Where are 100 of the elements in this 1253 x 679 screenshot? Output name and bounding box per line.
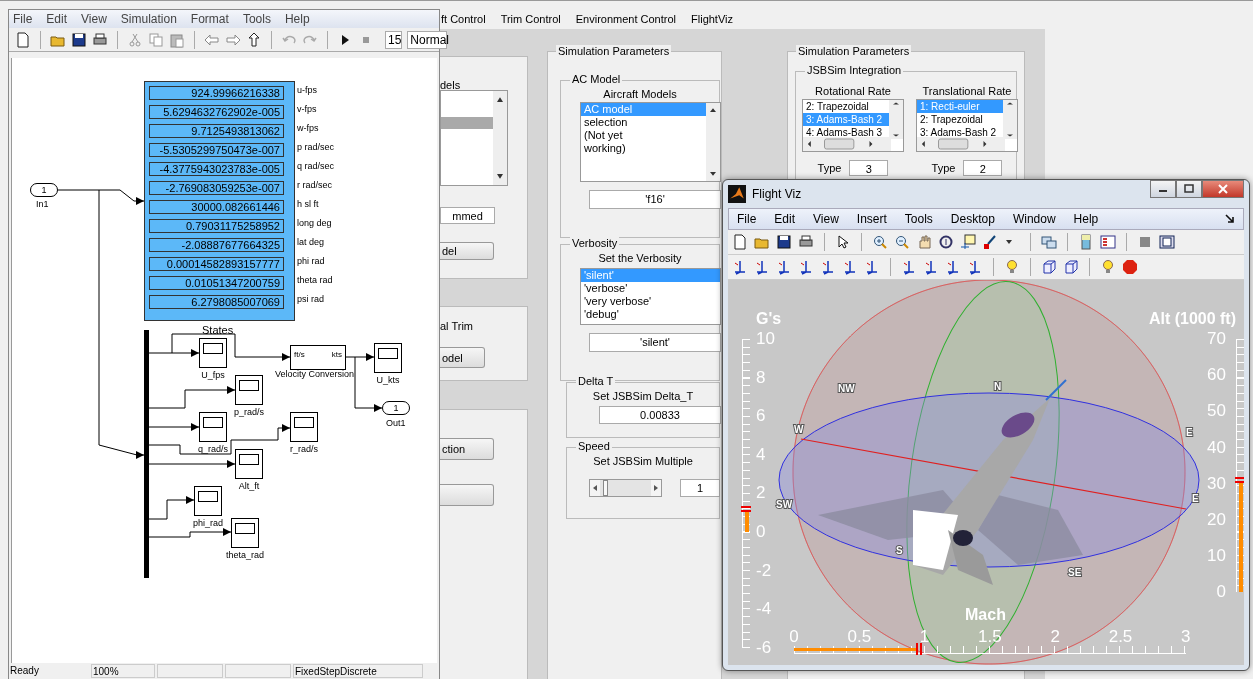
data-cursor-icon[interactable] (960, 234, 976, 250)
axes-icon[interactable] (798, 259, 814, 275)
maximize-button[interactable] (1176, 180, 1202, 198)
menu-item[interactable]: Help (1073, 212, 1099, 226)
menu-item[interactable]: Simulation (120, 12, 177, 26)
axes-icon[interactable] (923, 259, 939, 275)
button[interactable]: odel (440, 347, 485, 368)
list-box[interactable] (440, 90, 508, 186)
text-field[interactable]: 'silent' (589, 333, 721, 352)
minimize-button[interactable] (1150, 180, 1176, 198)
outport-block[interactable]: 1 (382, 401, 410, 415)
text-field[interactable]: 'f16' (589, 190, 721, 209)
list-box[interactable]: AC model selection (Not yet working) (580, 102, 721, 182)
menu-item[interactable]: Edit (46, 12, 68, 26)
axes-icon[interactable] (754, 259, 770, 275)
axes-icon[interactable] (842, 259, 858, 275)
slider[interactable] (589, 479, 662, 497)
pointer-icon[interactable] (835, 234, 851, 250)
hand-icon[interactable] (916, 234, 932, 250)
menu-item[interactable]: Environment Control (575, 13, 677, 29)
list-item[interactable]: 3: Adams-Bash 2 (917, 126, 1005, 139)
menu-item[interactable]: Edit (774, 212, 796, 226)
clipboard-icon[interactable] (169, 31, 185, 48)
cube-icon[interactable] (1041, 259, 1057, 275)
menu-item[interactable]: File (13, 12, 33, 26)
display-block[interactable] (144, 81, 295, 321)
scrollbar[interactable] (917, 137, 1005, 151)
menu-item[interactable]: Format (190, 12, 229, 26)
link-icon[interactable] (1041, 234, 1057, 250)
menu-item[interactable]: Help (284, 12, 310, 26)
text-field[interactable]: 2 (963, 160, 1003, 176)
list-box[interactable]: 2: Trapezoidal 3: Adams-Bash 2 4: Adams-Bash 3 (802, 99, 904, 152)
frame-icon[interactable] (1159, 234, 1175, 250)
slider-thumb[interactable] (602, 480, 608, 496)
menu-item[interactable]: View (813, 212, 839, 226)
text-field[interactable]: mmed (440, 207, 495, 224)
list-item[interactable]: working) (581, 142, 708, 155)
scope-block[interactable] (199, 338, 227, 368)
light-bulb-icon[interactable] (1100, 259, 1116, 275)
up-arrow-icon[interactable] (246, 31, 262, 48)
list-item[interactable]: (Not yet (581, 129, 708, 142)
axes-icon[interactable] (732, 259, 748, 275)
text-field[interactable]: 1 (680, 479, 720, 497)
menu-item[interactable]: ft Control (441, 13, 486, 29)
subsystem-block[interactable]: ft/s kts (290, 345, 346, 370)
scrollbar[interactable] (803, 137, 891, 151)
list-item[interactable]: 2: Trapezoidal (917, 113, 1005, 126)
mode-field[interactable]: Normal (407, 30, 448, 49)
text-field[interactable]: 3 (849, 160, 889, 176)
printer-icon[interactable] (92, 31, 108, 48)
axes-icon[interactable] (820, 259, 836, 275)
stop-time-field[interactable]: 15 (385, 30, 403, 49)
list-item[interactable]: selection (581, 116, 708, 129)
scrollbar[interactable] (493, 91, 507, 185)
list-item[interactable]: 'very verbose' (581, 295, 720, 308)
menu-item[interactable]: Tools (242, 12, 271, 26)
new-document-icon[interactable] (15, 31, 31, 48)
text-field[interactable]: 0.00833 (599, 406, 721, 424)
light-bulb-icon[interactable] (1004, 259, 1020, 275)
list-item[interactable]: 'debug' (581, 308, 720, 321)
menu-item[interactable]: View (81, 12, 107, 26)
menu-item[interactable]: FlightViz (691, 13, 733, 29)
scope-block[interactable] (235, 375, 263, 405)
new-document-icon[interactable] (732, 234, 748, 250)
square-icon[interactable] (1137, 234, 1153, 250)
list-box[interactable]: 'silent' 'verbose' 'very verbose' 'debug' (580, 268, 721, 325)
close-button[interactable] (1202, 180, 1244, 198)
scope-block[interactable] (374, 343, 402, 373)
button[interactable] (440, 484, 494, 506)
axes-icon[interactable] (864, 259, 880, 275)
right-arrow-icon[interactable] (652, 484, 660, 492)
zoom-out-icon[interactable] (894, 234, 910, 250)
menu-item[interactable]: Insert (856, 212, 887, 226)
legend-icon[interactable] (1100, 234, 1116, 250)
scope-block[interactable] (290, 412, 318, 442)
list-item[interactable]: 'verbose' (581, 282, 720, 295)
axes-icon[interactable] (776, 259, 792, 275)
scrollbar[interactable] (706, 103, 720, 181)
list-item[interactable]: 2: Trapezoidal (803, 100, 891, 113)
menu-item[interactable]: Trim Control (500, 13, 561, 29)
cube-icon[interactable] (1063, 259, 1079, 275)
scrollbar[interactable] (1003, 100, 1017, 139)
menu-item[interactable]: Window (1012, 212, 1056, 226)
scope-block[interactable] (231, 518, 259, 548)
close-icon[interactable] (1217, 184, 1229, 194)
stop-sign-icon[interactable] (1122, 259, 1138, 275)
menu-item[interactable]: Tools (904, 212, 933, 226)
scope-block[interactable] (199, 412, 227, 442)
scrollbar[interactable] (889, 100, 903, 139)
brush-icon[interactable] (982, 234, 998, 250)
left-arrow-icon[interactable] (591, 484, 599, 492)
button[interactable]: del (440, 242, 494, 260)
menu-item[interactable]: Desktop (950, 212, 995, 226)
rotate-icon[interactable] (938, 234, 954, 250)
colorbar-icon[interactable] (1078, 234, 1094, 250)
axes-icon[interactable] (901, 259, 917, 275)
menu-item[interactable]: File (737, 212, 757, 226)
printer-icon[interactable] (798, 234, 814, 250)
zoom-in-icon[interactable] (872, 234, 888, 250)
maximize-icon[interactable] (1183, 184, 1195, 194)
